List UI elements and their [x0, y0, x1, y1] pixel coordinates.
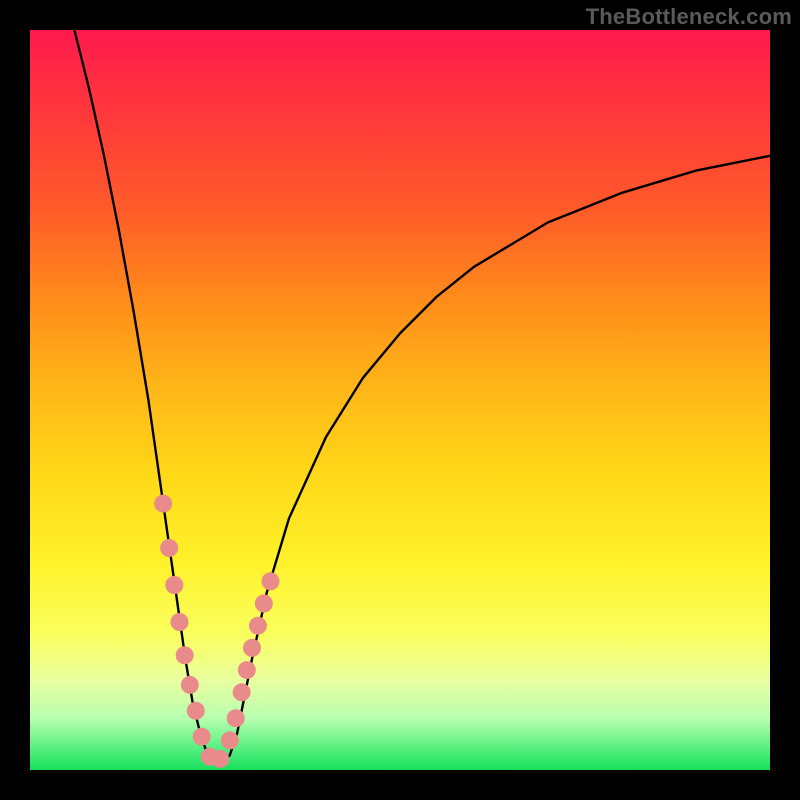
data-marker — [211, 750, 229, 768]
data-marker — [176, 646, 194, 664]
data-marker — [181, 676, 199, 694]
chart-frame: TheBottleneck.com — [0, 0, 800, 800]
watermark-text: TheBottleneck.com — [586, 4, 792, 30]
data-marker — [249, 617, 267, 635]
data-marker — [233, 683, 251, 701]
curve-layer — [30, 30, 770, 770]
data-marker — [255, 595, 273, 613]
data-marker — [187, 702, 205, 720]
data-marker — [165, 576, 183, 594]
data-marker — [170, 613, 188, 631]
plot-area — [30, 30, 770, 770]
data-marker — [262, 572, 280, 590]
data-marker — [193, 728, 211, 746]
data-marker — [227, 709, 245, 727]
data-marker — [160, 539, 178, 557]
data-marker — [243, 639, 261, 657]
data-marker — [154, 495, 172, 513]
marker-group — [154, 495, 279, 768]
data-marker — [221, 731, 239, 749]
data-marker — [238, 661, 256, 679]
